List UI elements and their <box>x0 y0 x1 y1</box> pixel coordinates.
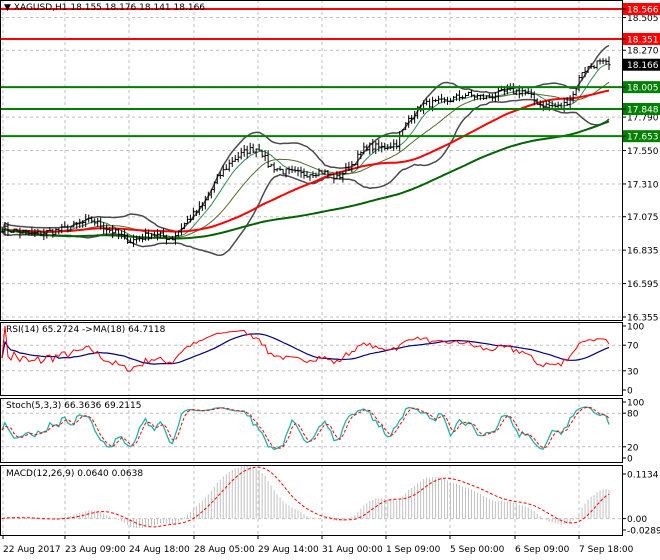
stoch-level-label: 0 <box>627 455 633 465</box>
rsi-level-label: 100 <box>627 323 644 333</box>
current-price-label: 18.166 <box>627 61 659 71</box>
stoch-level-label: 20 <box>627 443 639 453</box>
open-value: 18.155 <box>70 3 102 13</box>
price-tick-label: 17.310 <box>627 180 659 190</box>
stoch-level-label: 80 <box>627 410 639 420</box>
trading-chart[interactable]: 18.505 18.270 17.790 17.550 17.310 17.075 16.8… <box>0 0 660 560</box>
level-price-label: 17.653 <box>627 133 659 143</box>
price-tick-label: 17.075 <box>627 213 659 223</box>
price-tick-label: 18.270 <box>627 47 659 57</box>
price-tick-label: 17.550 <box>627 147 659 157</box>
high-value: 18.176 <box>104 3 137 13</box>
macd-level-label: 0.1134 <box>627 471 659 481</box>
macd-level-label: 0.00 <box>627 515 647 525</box>
time-label: 6 Sep 09:00 <box>515 545 570 555</box>
bollinger-lower <box>1 98 610 256</box>
macd-level-label: -0.0289 <box>627 527 660 537</box>
stoch-level-label: 100 <box>627 399 644 409</box>
symbol-label: XAGUSD,H1 <box>13 3 68 13</box>
price-pane <box>0 8 622 256</box>
time-label: 1 Sep 09:00 <box>386 545 441 555</box>
level-price-label: 17.848 <box>627 106 659 116</box>
price-tick-label: 16.835 <box>627 247 659 257</box>
time-label: 24 Aug 18:00 <box>129 545 190 555</box>
grid <box>0 0 622 535</box>
low-value: 18.141 <box>139 3 171 13</box>
close-value: 18.166 <box>173 3 206 13</box>
chart-header: ▼ XAGUSD,H1 18.155 18.176 18.141 18.166 <box>4 3 205 13</box>
rsi-ma-line <box>1 333 610 365</box>
macd-label: MACD(12,26,9) 0.0640 0.0638 <box>6 469 144 479</box>
time-label: 7 Sep 18:00 <box>579 545 634 555</box>
rsi-label: RSI(14) 65.2724 ->MA(18) 64.7118 <box>6 325 166 335</box>
rsi-level-label: 0 <box>627 387 633 397</box>
stochastic-pane <box>0 406 622 451</box>
level-price-label: 18.566 <box>627 6 659 16</box>
time-label: 23 Aug 09:00 <box>65 545 126 555</box>
time-label: 22 Aug 2017 <box>3 545 61 555</box>
time-label: 31 Aug 00:00 <box>322 545 383 555</box>
level-price-label: 18.351 <box>627 35 659 45</box>
bollinger-mid <box>1 81 610 238</box>
time-label: 5 Sep 00:00 <box>450 545 505 555</box>
rsi-level-label: 30 <box>627 367 639 377</box>
stoch-label: Stoch(5,3,3) 66.3636 69.2115 <box>6 401 142 411</box>
ma-50 <box>1 89 610 233</box>
bollinger-upper <box>1 44 610 233</box>
time-label: 28 Aug 05:00 <box>194 545 255 555</box>
price-tick-label: 16.595 <box>627 280 659 290</box>
collapse-triangle-icon[interactable]: ▼ <box>4 3 11 13</box>
time-label: 29 Aug 14:00 <box>258 545 319 555</box>
level-price-label: 18.005 <box>627 84 659 94</box>
pane-border <box>0 0 623 321</box>
rsi-level-label: 70 <box>627 342 639 352</box>
